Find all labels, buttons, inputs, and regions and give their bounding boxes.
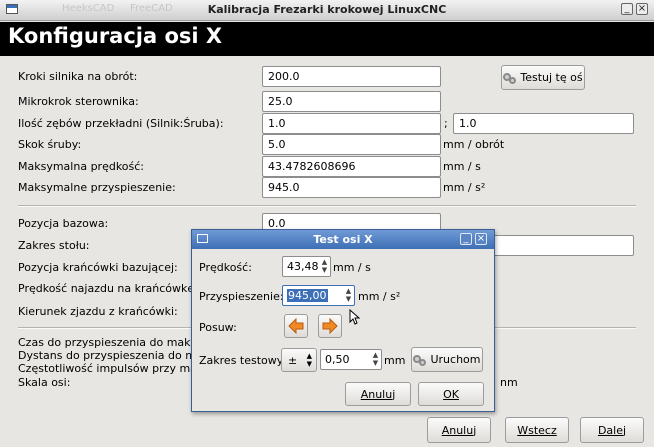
window-titlebar: HeeksCAD FreeCAD Kalibracja Frezarki kro…	[0, 0, 654, 21]
dialog-title: Test osi X	[313, 233, 373, 246]
spin-arrows-icon[interactable]: ▲ ▼	[344, 287, 353, 304]
microstep-input[interactable]: 25.0	[262, 91, 441, 112]
move-left-button[interactable]	[284, 314, 308, 338]
dialog-cancel-label: Anuluj	[360, 387, 396, 401]
range-sign-value: ±	[288, 353, 298, 367]
speed-value: 43,48	[287, 260, 319, 273]
back-button-label: Wstecz	[517, 423, 557, 437]
max-accel-label: Maksymalne przyspieszenie:	[18, 181, 176, 194]
dialog-ok-label: OK	[443, 387, 459, 401]
mouse-cursor-icon	[349, 309, 361, 325]
teeth-motor-input[interactable]: 1.0	[262, 113, 441, 134]
accel-value: 945,00	[287, 289, 328, 302]
max-velocity-input[interactable]: 43.4782608696	[262, 156, 441, 177]
max-accel-unit: mm / s²	[443, 181, 486, 194]
dialog-range-unit: mm	[384, 354, 406, 367]
spin-arrows-icon[interactable]: ▲ ▼	[320, 258, 329, 275]
test-axis-button[interactable]: Testuj tę oś	[501, 65, 585, 90]
next-button-label: Dalej	[597, 423, 627, 437]
run-button[interactable]: Uruchom	[411, 347, 483, 372]
dialog-move-label: Posuw:	[199, 321, 237, 334]
pulse-frequency-label: Częstotliwość impulsów przy mak	[18, 362, 204, 375]
arrow-right-icon	[322, 318, 338, 334]
gears-icon	[413, 353, 427, 367]
back-button[interactable]: Wstecz	[505, 417, 569, 443]
dialog-ok-button[interactable]: OK	[418, 382, 484, 406]
dialog-titlebar: Test osi X _ ×	[192, 230, 494, 249]
dialog-cancel-button[interactable]: Anuluj	[345, 382, 411, 406]
test-axis-dialog: Test osi X _ × Prędkość: 43,48 ▲ ▼ mm / s…	[191, 229, 495, 412]
accel-time-label: Czas do przyspieszenia do maks	[18, 336, 197, 349]
axis-scale-unit: nm	[500, 376, 518, 389]
dialog-speed-label: Prędkość:	[199, 261, 252, 274]
steps-input[interactable]: 200.0	[262, 66, 441, 87]
dialog-accel-label: Przyspieszenie:	[199, 290, 284, 303]
table-range-label: Zakres stołu:	[18, 239, 90, 252]
cancel-button-label: Anuluj	[441, 423, 477, 437]
max-velocity-unit: mm / s	[443, 160, 481, 173]
pitch-label: Skok śruby:	[18, 138, 82, 151]
updown-icon: ▲ ▼	[306, 352, 312, 368]
page-header: Konfiguracja osi X	[0, 22, 654, 56]
teeth-separator: ;	[444, 117, 448, 130]
home-velocity-label: Prędkość najazdu na krańcówkę:	[18, 282, 198, 295]
home-position-label: Pozycja bazowa:	[18, 217, 109, 230]
page-title: Konfiguracja osi X	[8, 24, 223, 48]
arrow-left-icon	[288, 318, 304, 334]
close-icon[interactable]: ×	[636, 3, 648, 15]
spin-arrows-icon[interactable]: ▲ ▼	[371, 351, 380, 368]
window-title: Kalibracja Frezarki krokowej LinuxCNC	[207, 3, 447, 16]
cancel-button[interactable]: Anuluj	[427, 417, 491, 443]
pitch-input[interactable]: 5.0	[262, 134, 441, 155]
limit-position-label: Pozycja krańcówki bazującej:	[18, 261, 178, 274]
run-button-label: Uruchom	[430, 353, 481, 366]
dialog-accel-unit: mm / s²	[358, 290, 401, 303]
max-accel-input[interactable]: 945.0	[262, 177, 441, 198]
range-spinbox[interactable]: 0,50 ▲ ▼	[320, 349, 382, 370]
teeth-label: Ilość zębów przekładni (Silnik:Śruba):	[18, 117, 224, 130]
dialog-close-icon[interactable]: ×	[475, 233, 487, 245]
dialog-speed-unit: mm / s	[333, 261, 371, 274]
minimize-icon[interactable]: _	[621, 3, 633, 15]
accel-distance-label: Dystans do przyspieszenia do ma	[18, 349, 203, 362]
test-axis-label: Testuj tę oś	[520, 71, 583, 84]
move-right-button[interactable]	[318, 314, 342, 338]
gears-icon	[503, 71, 517, 85]
microstep-label: Mikrokrok sterownika:	[18, 95, 139, 108]
separator-1	[18, 205, 636, 207]
teeth-screw-input[interactable]: 1.0	[453, 113, 634, 134]
accel-spinbox[interactable]: 945,00 ▲ ▼	[282, 285, 355, 306]
pitch-unit: mm / obrót	[443, 138, 505, 151]
steps-label: Kroki silnika na obrót:	[18, 70, 138, 83]
axis-scale-label: Skala osi:	[18, 376, 71, 389]
dialog-range-label: Zakres testowy:	[199, 354, 287, 367]
speed-spinbox[interactable]: 43,48 ▲ ▼	[282, 256, 331, 277]
max-velocity-label: Maksymalna prędkość:	[18, 160, 145, 173]
range-sign-select[interactable]: ± ▲ ▼	[281, 348, 317, 372]
range-value: 0,50	[325, 353, 350, 366]
home-direction-label: Kierunek zjazdu z krańcówki:	[18, 305, 178, 318]
next-button[interactable]: Dalej	[580, 417, 644, 443]
dialog-minimize-icon[interactable]: _	[460, 233, 472, 245]
